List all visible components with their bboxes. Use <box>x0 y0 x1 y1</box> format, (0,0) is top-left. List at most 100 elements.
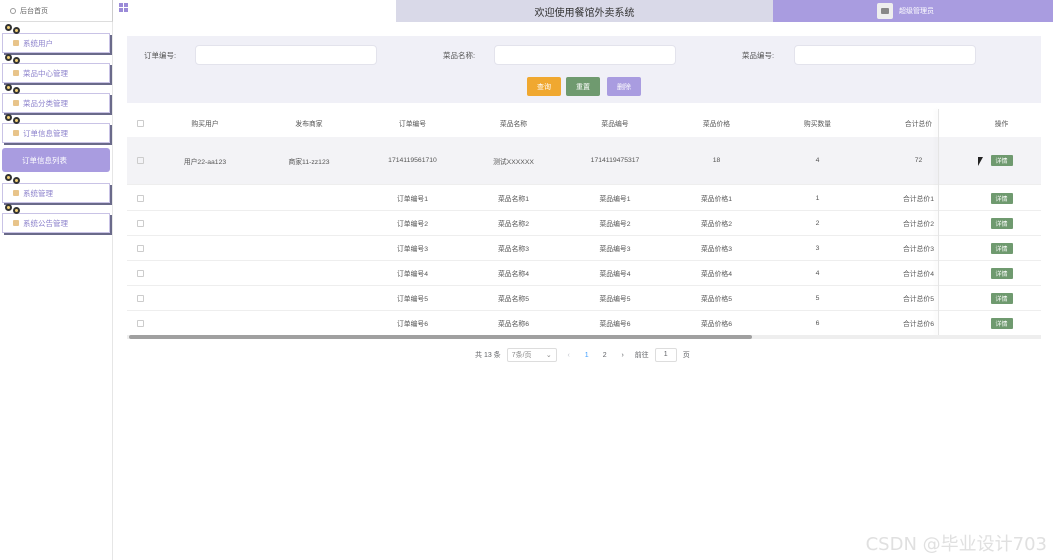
total-count: 共 13 条 <box>475 352 501 359</box>
user-icon <box>13 40 19 46</box>
row-checkbox[interactable] <box>137 194 144 202</box>
table-row[interactable]: 用户22-aa123 商家11-zz123 1714119561710 测试XX… <box>127 137 1041 185</box>
reset-button[interactable]: 重置 <box>566 77 600 96</box>
page-number[interactable]: 1 <box>581 352 593 359</box>
sidebar-item-order-info[interactable]: 订单信息管理 <box>2 114 110 143</box>
table-row[interactable]: 订单编号1 菜品名称1 菜品编号1 菜品价格1 1 合计总价1 详情 <box>127 186 1041 211</box>
mouse-cursor-icon <box>978 157 983 166</box>
page-size-select[interactable]: 7条/页 ⌄ <box>506 348 557 362</box>
cell-quantity: 1 <box>815 194 820 202</box>
row-checkbox[interactable] <box>137 319 144 327</box>
cell-total: 合计总价5 <box>903 296 934 303</box>
sidebar-item-dish-center[interactable]: 菜品中心管理 <box>2 54 110 83</box>
detail-button[interactable]: 详情 <box>990 267 1013 279</box>
detail-button[interactable]: 详情 <box>990 292 1013 304</box>
bell-decoration-icon <box>5 84 23 96</box>
cell-dish-price: 菜品价格3 <box>701 246 732 253</box>
cell-dish-name: 菜品名称6 <box>498 321 529 328</box>
detail-button[interactable]: 详情 <box>990 242 1013 254</box>
order-no-input[interactable] <box>195 45 377 65</box>
cell-total: 合计总价3 <box>903 246 934 253</box>
cell-order-no: 订单编号1 <box>397 196 428 203</box>
detail-button[interactable]: 详情 <box>990 317 1013 329</box>
col-merchant: 发布商家 <box>295 121 323 128</box>
table-header: 购买用户 发布商家 订单编号 菜品名称 菜品编号 菜品价格 购买数量 合计总价 … <box>127 109 1041 137</box>
select-all-checkbox[interactable] <box>137 119 144 127</box>
grid-icon <box>119 3 128 12</box>
menu-toggle[interactable] <box>113 0 396 22</box>
cell-dish-no: 菜品编号6 <box>599 321 631 328</box>
table-row[interactable]: 订单编号3 菜品名称3 菜品编号3 菜品价格3 3 合计总价3 详情 <box>127 236 1041 261</box>
page-suffix: 页 <box>682 352 690 359</box>
bell-decoration-icon <box>5 24 23 36</box>
home-icon <box>10 7 16 14</box>
row-checkbox[interactable] <box>137 294 144 302</box>
cell-dish-no: 菜品编号1 <box>599 196 631 203</box>
watermark: CSDN @毕业设计703 <box>865 534 1047 555</box>
table-row[interactable]: 订单编号5 菜品名称5 菜品编号5 菜品价格5 5 合计总价5 详情 <box>127 286 1041 311</box>
sidebar-item-label: 系统用户 <box>23 38 53 48</box>
cell-buyer: 用户22-aa123 <box>183 158 227 166</box>
row-checkbox[interactable] <box>137 157 144 164</box>
cell-quantity: 2 <box>815 219 820 227</box>
table-row[interactable]: 订单编号4 菜品名称4 菜品编号4 菜品价格4 4 合计总价4 详情 <box>127 261 1041 286</box>
dish-no-input[interactable] <box>794 45 976 65</box>
row-checkbox[interactable] <box>137 269 144 277</box>
query-button[interactable]: 查询 <box>527 77 561 96</box>
detail-button[interactable]: 详情 <box>990 155 1013 166</box>
chevron-down-icon: ⌄ <box>545 352 552 359</box>
sidebar-item-label: 订单信息管理 <box>23 128 68 138</box>
dish-no-label: 菜品编号: <box>742 51 775 60</box>
user-role: 超级管理员 <box>899 8 934 15</box>
fixed-column-divider <box>938 109 939 337</box>
home-tab[interactable]: 后台首页 <box>0 0 113 22</box>
folder-icon <box>13 190 19 196</box>
cell-order-no: 订单编号4 <box>397 271 428 278</box>
table-row[interactable]: 订单编号6 菜品名称6 菜品编号6 菜品价格6 6 合计总价6 详情 <box>127 311 1041 336</box>
cell-dish-price: 菜品价格4 <box>701 271 732 278</box>
sidebar-item-dish-category[interactable]: 菜品分类管理 <box>2 84 110 113</box>
home-tab-label: 后台首页 <box>20 7 48 15</box>
cell-order-no: 1714119561710 <box>388 157 437 164</box>
detail-button[interactable]: 详情 <box>990 192 1013 204</box>
user-menu[interactable]: 超级管理员 <box>773 0 1053 22</box>
cell-dish-price: 菜品价格5 <box>701 296 732 303</box>
folder-icon <box>13 130 19 136</box>
next-page-icon[interactable]: › <box>617 352 629 359</box>
cell-order-no: 订单编号6 <box>397 321 428 328</box>
detail-button[interactable]: 详情 <box>990 217 1013 229</box>
system-title: 欢迎使用餐馆外卖系统 <box>396 0 773 22</box>
page-number[interactable]: 2 <box>599 352 611 359</box>
cell-quantity: 4 <box>815 157 820 164</box>
dish-name-label: 菜品名称: <box>443 51 476 60</box>
col-buyer: 购买用户 <box>191 121 219 128</box>
prev-page-icon[interactable]: ‹ <box>563 352 575 359</box>
sidebar-item-system-manage[interactable]: 系统管理 <box>2 174 110 203</box>
cell-dish-name: 菜品名称3 <box>498 246 529 253</box>
cell-dish-no: 1714119475317 <box>590 157 640 164</box>
sidebar-item-label: 系统管理 <box>23 188 53 198</box>
cell-total: 合计总价2 <box>903 221 934 228</box>
row-checkbox[interactable] <box>137 219 144 227</box>
dish-name-input[interactable] <box>494 45 676 65</box>
sidebar: 系统用户 菜品中心管理 菜品分类管理 订单信息管理 订单信息列表 系统管理 系统… <box>0 22 113 560</box>
cell-dish-price: 18 <box>712 157 721 164</box>
cell-dish-price: 菜品价格2 <box>701 221 732 228</box>
cell-dish-name: 菜品名称1 <box>498 196 529 203</box>
table-row[interactable]: 订单编号2 菜品名称2 菜品编号2 菜品价格2 2 合计总价2 详情 <box>127 211 1041 236</box>
sidebar-item-system-users[interactable]: 系统用户 <box>2 24 110 53</box>
horizontal-scrollbar-thumb[interactable] <box>129 335 752 339</box>
delete-button[interactable]: 删除 <box>607 77 641 96</box>
folder-icon <box>13 100 19 106</box>
sidebar-item-announcement[interactable]: 系统公告管理 <box>2 204 110 233</box>
bell-decoration-icon <box>5 114 23 126</box>
cell-total: 合计总价6 <box>903 321 934 328</box>
bell-decoration-icon <box>5 204 23 216</box>
cell-dish-price: 菜品价格1 <box>701 196 732 203</box>
goto-page-input[interactable]: 1 <box>654 348 677 362</box>
cell-quantity: 6 <box>815 319 820 327</box>
row-checkbox[interactable] <box>137 244 144 252</box>
order-table: 购买用户 发布商家 订单编号 菜品名称 菜品编号 菜品价格 购买数量 合计总价 … <box>127 109 1041 339</box>
sidebar-item-order-list[interactable]: 订单信息列表 <box>2 148 110 172</box>
top-bar: 后台首页 欢迎使用餐馆外卖系统 超级管理员 <box>0 0 1053 22</box>
